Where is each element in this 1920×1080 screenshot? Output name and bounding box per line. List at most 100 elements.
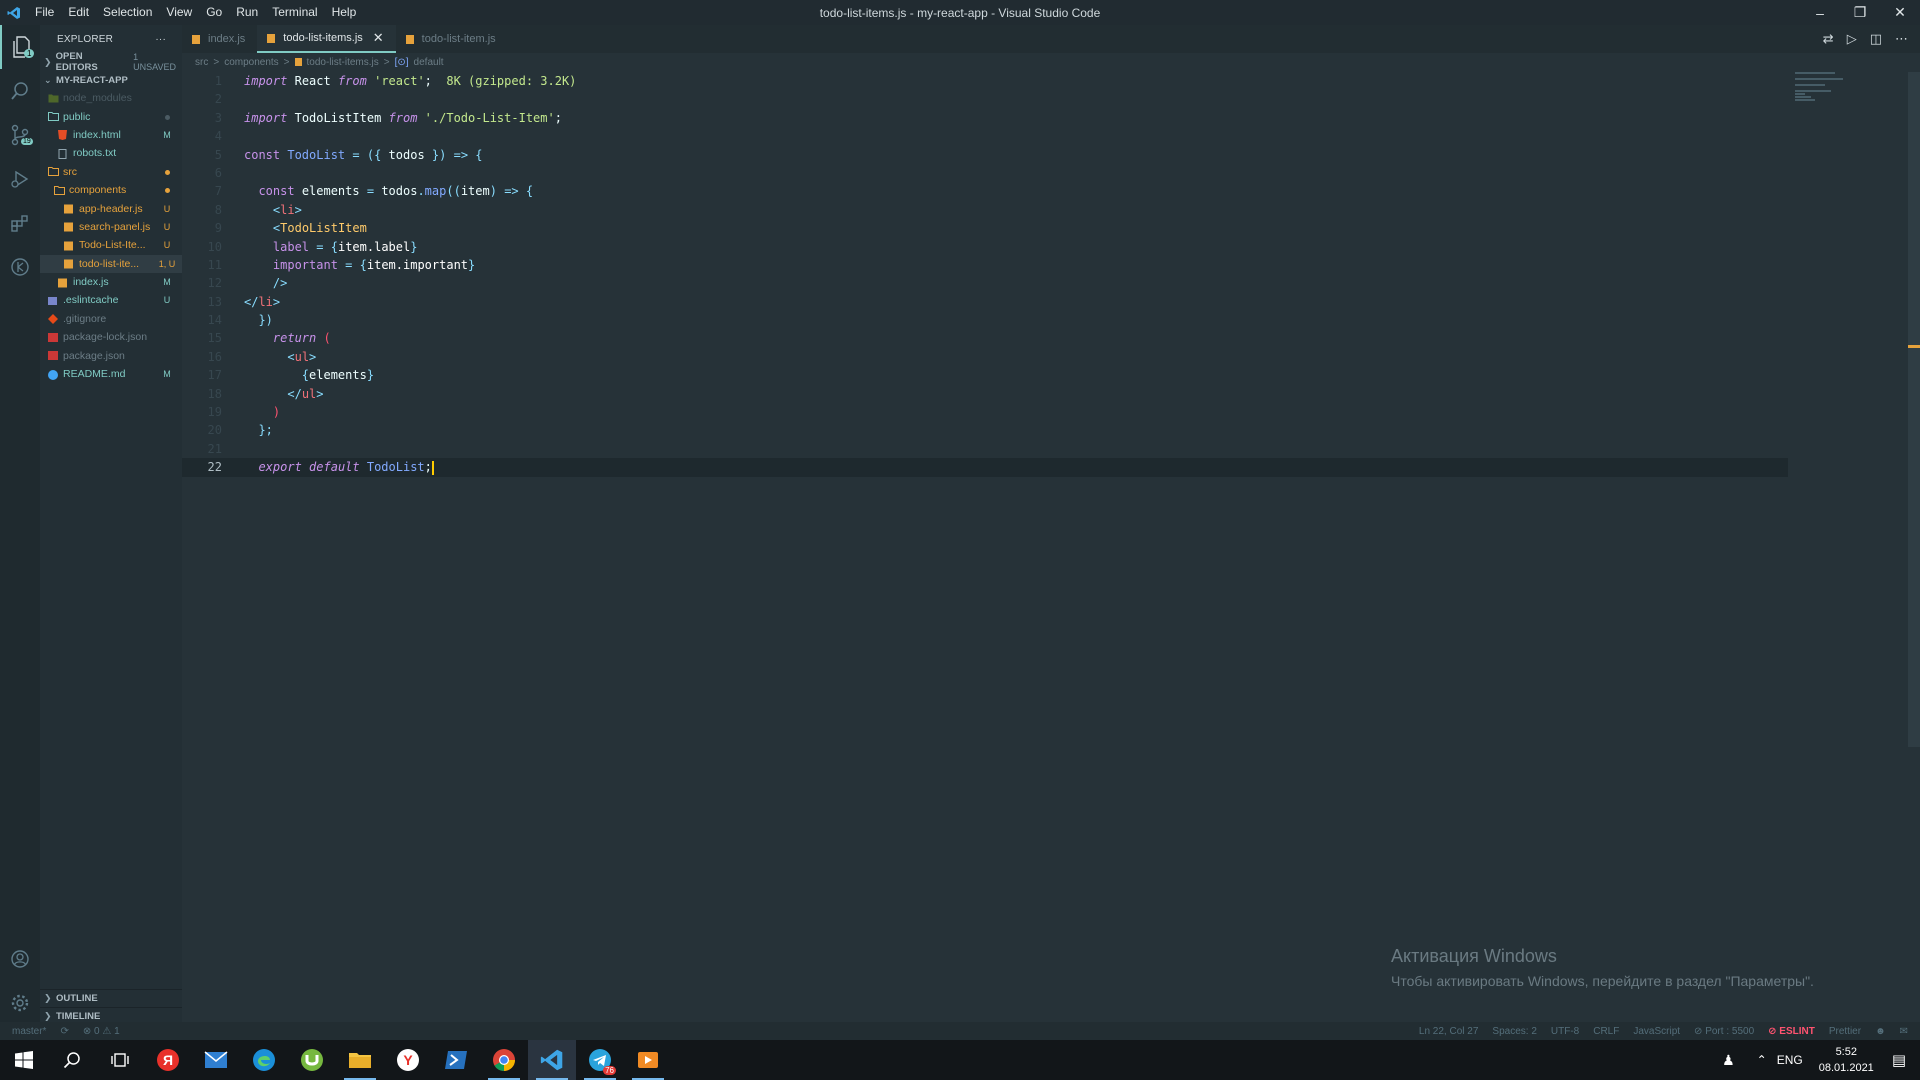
tree-item[interactable]: package.json bbox=[40, 346, 182, 364]
minimize-icon[interactable]: – bbox=[1800, 0, 1840, 25]
media-player-icon[interactable] bbox=[624, 1040, 672, 1080]
tree-item[interactable]: components bbox=[40, 181, 182, 199]
menu-run[interactable]: Run bbox=[229, 0, 265, 25]
line-number: 4 bbox=[214, 129, 222, 144]
search-icon[interactable] bbox=[0, 69, 40, 113]
utorrent-icon[interactable] bbox=[288, 1040, 336, 1080]
run-debug-icon[interactable] bbox=[0, 157, 40, 201]
vertical-scrollbar[interactable] bbox=[1908, 72, 1920, 747]
tree-item[interactable]: todo-list-ite... 1, U bbox=[40, 254, 182, 273]
open-editors-section[interactable]: ❯ OPEN EDITORS 1 UNSAVED bbox=[40, 51, 182, 73]
close-tab-icon[interactable]: ✕ bbox=[373, 30, 384, 46]
breadcrumb-src[interactable]: src bbox=[195, 57, 208, 68]
task-view-icon[interactable] bbox=[96, 1040, 144, 1080]
breadcrumb-symbol[interactable]: default bbox=[414, 57, 444, 68]
account-icon[interactable] bbox=[0, 937, 40, 981]
sync-icon[interactable]: ⟳ bbox=[60, 1026, 68, 1037]
language-mode[interactable]: JavaScript bbox=[1633, 1026, 1680, 1037]
tree-item[interactable]: app-header.js U bbox=[40, 199, 182, 217]
menu-file[interactable]: File bbox=[28, 0, 61, 25]
indentation[interactable]: Spaces: 2 bbox=[1492, 1026, 1536, 1037]
code-line: 16 <ul> bbox=[182, 348, 1788, 366]
live-server-port[interactable]: ⊘ Port : 5500 bbox=[1694, 1026, 1754, 1037]
windows-start-icon[interactable] bbox=[0, 1040, 48, 1080]
action-center-icon[interactable]: ▤ bbox=[1892, 1051, 1906, 1069]
sidebar-bottom-sections: ❯ OUTLINE ❯ TIMELINE bbox=[40, 989, 182, 1025]
clock[interactable]: 5:52 08.01.2021 bbox=[1819, 1044, 1874, 1076]
clock-time: 5:52 bbox=[1835, 1046, 1857, 1058]
notifications-bell-icon[interactable]: ✉ bbox=[1900, 1026, 1908, 1037]
extensions-icon[interactable] bbox=[0, 201, 40, 245]
tree-item[interactable]: index.js M bbox=[40, 273, 182, 291]
menu-view[interactable]: View bbox=[159, 0, 199, 25]
chrome-icon[interactable] bbox=[480, 1040, 528, 1080]
run-icon[interactable]: ▷ bbox=[1847, 31, 1857, 47]
git-graph-icon[interactable] bbox=[0, 245, 40, 289]
line-number: 14 bbox=[207, 313, 222, 328]
more-actions-icon[interactable]: ··· bbox=[155, 34, 166, 45]
breadcrumb-file[interactable]: todo-list-items.js bbox=[307, 57, 379, 68]
search-icon[interactable] bbox=[48, 1040, 96, 1080]
tree-item[interactable]: node_modules bbox=[40, 89, 182, 107]
menu-go[interactable]: Go bbox=[199, 0, 229, 25]
tree-item[interactable]: index.html M bbox=[40, 126, 182, 144]
tab-label: todo-list-item.js bbox=[421, 33, 496, 45]
tab-index-js[interactable]: index.js bbox=[182, 25, 257, 53]
end-of-line[interactable]: CRLF bbox=[1593, 1026, 1619, 1037]
restore-icon[interactable]: ❐ bbox=[1840, 0, 1880, 25]
code-editor[interactable]: 1 import React from 'react'; 8K (gzipped:… bbox=[182, 72, 1788, 1022]
mail-icon[interactable] bbox=[192, 1040, 240, 1080]
project-section[interactable]: ⌄ MY-REACT-APP bbox=[40, 71, 182, 89]
outline-section[interactable]: ❯ OUTLINE bbox=[40, 989, 182, 1007]
svg-text:Y: Y bbox=[403, 1052, 413, 1068]
info-file-icon bbox=[48, 369, 58, 380]
git-branch[interactable]: master* bbox=[12, 1026, 46, 1037]
feedback-icon[interactable]: ☻ bbox=[1875, 1026, 1886, 1037]
tree-item[interactable]: package-lock.json bbox=[40, 328, 182, 346]
prettier-status[interactable]: Prettier bbox=[1829, 1026, 1861, 1037]
more-icon[interactable]: ⋯ bbox=[1895, 31, 1908, 47]
code-line: 5 const TodoList = ({ todos }) => { bbox=[182, 146, 1788, 164]
encoding[interactable]: UTF-8 bbox=[1551, 1026, 1579, 1037]
split-editor-icon[interactable]: ◫ bbox=[1870, 31, 1882, 47]
problems-indicator[interactable]: ⊗ 0 ⚠ 1 bbox=[83, 1026, 120, 1037]
tree-item-label: todo-list-ite... bbox=[79, 257, 140, 270]
close-window-icon[interactable]: ✕ bbox=[1880, 0, 1920, 25]
tree-item[interactable]: search-panel.js U bbox=[40, 218, 182, 236]
outline-label: OUTLINE bbox=[56, 993, 98, 1004]
clock-date: 08.01.2021 bbox=[1818, 1062, 1874, 1074]
input-language[interactable]: ENG bbox=[1777, 1053, 1803, 1067]
yandex-browser-icon[interactable]: Я bbox=[144, 1040, 192, 1080]
tree-item[interactable]: robots.txt bbox=[40, 144, 182, 162]
breadcrumb-components[interactable]: components bbox=[224, 57, 278, 68]
tab-todo-list-items-js[interactable]: todo-list-items.js ✕ bbox=[257, 25, 396, 53]
people-icon[interactable]: ♟ bbox=[1722, 1052, 1735, 1069]
open-changes-icon[interactable]: ⇄ bbox=[1823, 31, 1834, 47]
powershell-icon[interactable] bbox=[432, 1040, 480, 1080]
tab-todo-list-item-js[interactable]: todo-list-item.js bbox=[396, 25, 508, 53]
menu-help[interactable]: Help bbox=[325, 0, 364, 25]
scroll-marker bbox=[1908, 345, 1920, 348]
yandex-icon[interactable]: Y bbox=[384, 1040, 432, 1080]
eslint-status[interactable]: ⊘ ESLINT bbox=[1768, 1026, 1815, 1037]
tree-item[interactable]: .eslintcache U bbox=[40, 291, 182, 309]
cursor-position[interactable]: Ln 22, Col 27 bbox=[1419, 1026, 1479, 1037]
tree-item[interactable]: src bbox=[40, 163, 182, 181]
vscode-taskbar-icon[interactable] bbox=[528, 1040, 576, 1080]
menu-terminal[interactable]: Terminal bbox=[265, 0, 324, 25]
tree-item[interactable]: Todo-List-Ite... U bbox=[40, 236, 182, 254]
chevron-up-icon[interactable]: ⌃ bbox=[1757, 1053, 1767, 1067]
settings-gear-icon[interactable] bbox=[0, 981, 40, 1025]
tree-item[interactable]: .gitignore bbox=[40, 310, 182, 328]
telegram-icon[interactable]: 76 bbox=[576, 1040, 624, 1080]
menu-edit[interactable]: Edit bbox=[61, 0, 96, 25]
source-control-icon[interactable]: 19 bbox=[0, 113, 40, 157]
minimap[interactable] bbox=[1795, 72, 1905, 132]
tree-item[interactable]: README.md M bbox=[40, 365, 182, 383]
menu-selection[interactable]: Selection bbox=[96, 0, 159, 25]
edge-browser-icon[interactable] bbox=[240, 1040, 288, 1080]
explorer-icon[interactable]: 1 bbox=[0, 25, 42, 69]
file-explorer-icon[interactable] bbox=[336, 1040, 384, 1080]
tree-item[interactable]: public bbox=[40, 107, 182, 125]
activity-bottom bbox=[0, 937, 40, 1025]
